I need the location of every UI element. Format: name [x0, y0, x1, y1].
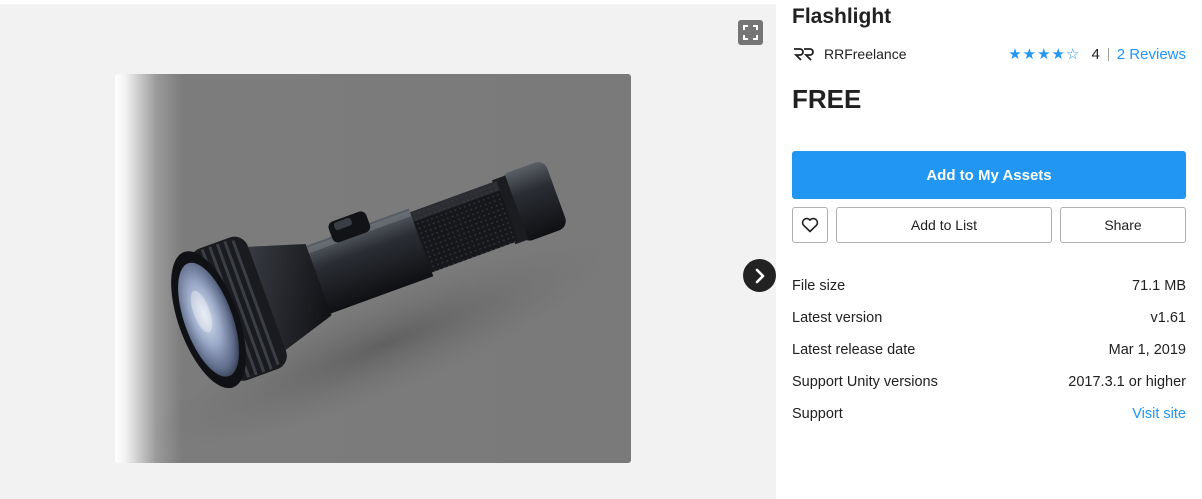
add-to-list-button[interactable]: Add to List [836, 207, 1052, 243]
star-filled-icon: ★ [1022, 46, 1037, 63]
details-value: 2017.3.1 or higher [1068, 374, 1186, 390]
details-row-support: Support Visit site [792, 398, 1186, 430]
details-label: Latest version [792, 310, 883, 326]
add-to-my-assets-button[interactable]: Add to My Assets [792, 151, 1186, 199]
gallery-next-button[interactable] [743, 259, 776, 292]
asset-store-product-page: Flashlight RRFreelance ★ ★ ★ ★ ☆ 4 2 Rev… [0, 0, 1202, 499]
details-row-file-size: File size 71.1 MB [792, 270, 1186, 302]
product-title: Flashlight [792, 5, 892, 28]
details-row-latest-version: Latest version v1.61 [792, 302, 1186, 334]
star-empty-icon: ☆ [1066, 46, 1080, 63]
details-label: Support Unity versions [792, 374, 938, 390]
star-filled-icon: ★ [1008, 46, 1022, 63]
product-details-table: File size 71.1 MB Latest version v1.61 L… [792, 270, 1186, 430]
details-row-unity-versions: Support Unity versions 2017.3.1 or highe… [792, 366, 1186, 398]
fullscreen-button[interactable] [738, 20, 763, 45]
wishlist-button[interactable] [792, 207, 828, 243]
visit-site-link[interactable]: Visit site [1132, 406, 1186, 422]
publisher-logo-icon [793, 48, 814, 61]
star-filled-icon: ★ [1051, 46, 1065, 63]
details-label: Support [792, 406, 843, 422]
share-button[interactable]: Share [1060, 207, 1186, 243]
price: FREE [792, 84, 862, 114]
expand-icon [743, 25, 758, 40]
details-value: Mar 1, 2019 [1108, 342, 1186, 358]
rating-divider [1107, 47, 1109, 61]
product-image[interactable] [115, 74, 631, 463]
product-gallery [0, 4, 776, 499]
reviews-link[interactable]: 2 Reviews [1117, 46, 1186, 63]
star-filled-icon: ★ [1037, 46, 1051, 63]
details-label: Latest release date [792, 342, 916, 358]
details-value: v1.61 [1150, 310, 1186, 326]
rating: ★ ★ ★ ★ ☆ 4 2 Reviews [1008, 44, 1186, 64]
details-row-release-date: Latest release date Mar 1, 2019 [792, 334, 1186, 366]
chevron-right-icon [755, 268, 764, 283]
details-label: File size [792, 278, 846, 294]
publisher-name[interactable]: RRFreelance [824, 46, 906, 62]
details-value: 71.1 MB [1132, 278, 1186, 294]
heart-outline-icon [801, 217, 819, 233]
rating-value: 4 [1091, 45, 1100, 63]
rating-stars: ★ ★ ★ ★ ☆ [1008, 45, 1079, 63]
publisher[interactable]: RRFreelance [792, 44, 906, 64]
